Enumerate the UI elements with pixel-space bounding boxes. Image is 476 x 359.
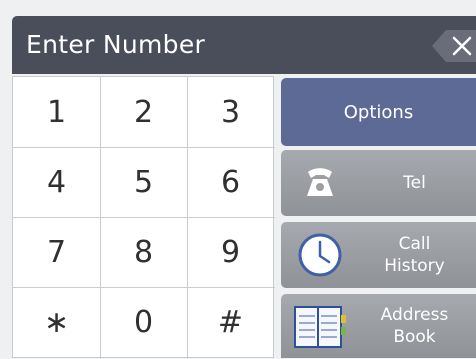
key-hash[interactable]: #: [187, 287, 274, 357]
options-button[interactable]: Options: [281, 78, 476, 146]
options-label: Options: [343, 101, 414, 123]
key-1[interactable]: 1: [13, 77, 100, 147]
key-6[interactable]: 6: [187, 147, 274, 217]
call-history-button[interactable]: Call History: [281, 222, 476, 288]
key-2[interactable]: 2: [100, 77, 187, 147]
telephone-icon: [281, 150, 359, 216]
key-8[interactable]: 8: [100, 217, 187, 287]
address-book-line2: Book: [393, 327, 436, 347]
address-book-label: Address Book: [359, 304, 476, 348]
backspace-button[interactable]: [430, 28, 476, 64]
header-bar: Enter Number: [12, 16, 476, 74]
key-0[interactable]: 0: [100, 287, 187, 357]
key-star[interactable]: ∗: [13, 287, 100, 357]
call-history-line2: History: [384, 256, 445, 276]
key-9[interactable]: 9: [187, 217, 274, 287]
key-3[interactable]: 3: [187, 77, 274, 147]
call-history-line1: Call: [398, 234, 431, 254]
book-icon: [281, 294, 359, 358]
clock-icon: [281, 222, 359, 288]
input-title: Enter Number: [26, 30, 206, 59]
key-7[interactable]: 7: [13, 217, 100, 287]
address-book-line1: Address: [380, 305, 449, 325]
address-book-button[interactable]: Address Book: [281, 294, 476, 358]
tel-button[interactable]: Tel: [281, 150, 476, 216]
number-keypad: 1 2 3 4 5 6 7 8 9 ∗ 0 #: [12, 76, 275, 359]
key-5[interactable]: 5: [100, 147, 187, 217]
call-history-label: Call History: [359, 233, 476, 277]
key-4[interactable]: 4: [13, 147, 100, 217]
tel-label: Tel: [403, 173, 426, 193]
fax-screen: Enter Number 1 2 3 4 5 6 7 8 9 ∗ 0 # Opt…: [0, 0, 476, 359]
backspace-icon: [432, 30, 476, 62]
